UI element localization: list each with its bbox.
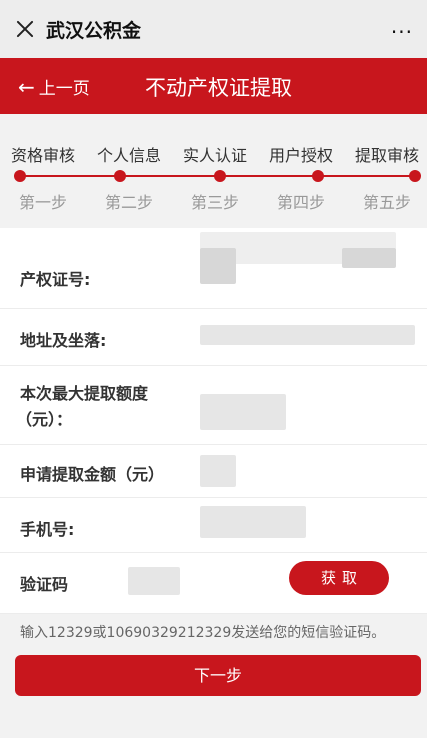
step-dot-1 xyxy=(14,170,26,182)
step-label-4: 用户授权 xyxy=(268,146,333,165)
step-progress: 资格审核 个人信息 实人认证 用户授权 提取审核 第一步 第二步 第三步 第四步… xyxy=(0,114,427,226)
cert-number-value-part xyxy=(342,248,396,268)
address-value xyxy=(200,325,415,345)
step-num-3: 第三步 xyxy=(190,193,239,212)
verify-code-input[interactable] xyxy=(128,567,180,595)
step-dot-5 xyxy=(409,170,421,182)
withdrawal-form: 产权证号: 地址及坐落: 本次最大提取额度 （元）： 申请提取金额（元） 手机号… xyxy=(0,228,427,614)
step-label-1: 资格审核 xyxy=(10,146,75,165)
verify-code-label: 验证码 xyxy=(20,575,69,594)
next-step-button[interactable]: 下一步 xyxy=(15,655,421,696)
max-amount-label: 本次最大提取额度 xyxy=(20,384,149,403)
apply-amount-row[interactable]: 申请提取金额（元） xyxy=(0,445,427,498)
phone-label: 手机号: xyxy=(20,520,75,539)
step-dot-2 xyxy=(114,170,126,182)
step-num-5: 第五步 xyxy=(362,193,411,212)
step-label-3: 实人认证 xyxy=(182,146,247,165)
window-title: 武汉公积金 xyxy=(46,19,142,42)
verify-code-row: 验证码 获取 xyxy=(0,553,427,614)
cert-number-label: 产权证号: xyxy=(20,270,91,289)
apply-amount-label: 申请提取金额（元） xyxy=(20,465,165,484)
close-icon[interactable] xyxy=(14,18,36,40)
max-amount-row: 本次最大提取额度 （元）： xyxy=(0,366,427,445)
step-label-2: 个人信息 xyxy=(96,146,161,165)
page-title: 不动产权证提取 xyxy=(145,76,292,100)
phone-value xyxy=(200,506,306,538)
get-code-button[interactable]: 获取 xyxy=(289,561,389,595)
address-label: 地址及坐落: xyxy=(20,331,107,350)
phone-row: 手机号: xyxy=(0,498,427,553)
more-icon[interactable]: ··· xyxy=(391,20,413,44)
step-dot-3 xyxy=(214,170,226,182)
step-dot-4 xyxy=(312,170,324,182)
wechat-topbar: 武汉公积金 ··· xyxy=(0,0,427,58)
cert-number-value-part xyxy=(200,248,236,284)
page-header: ← 上一页 不动产权证提取 xyxy=(0,58,427,114)
step-num-4: 第四步 xyxy=(276,193,325,212)
max-amount-value xyxy=(200,394,286,430)
step-num-2: 第二步 xyxy=(104,193,153,212)
sms-hint-text: 输入12329或10690329212329发送给您的短信验证码。 xyxy=(20,625,386,641)
max-amount-label-unit: （元）： xyxy=(16,410,73,429)
cert-number-row: 产权证号: xyxy=(0,228,427,309)
step-num-1: 第一步 xyxy=(18,193,67,212)
address-row: 地址及坐落: xyxy=(0,309,427,366)
apply-amount-input[interactable] xyxy=(200,455,236,487)
step-label-5: 提取审核 xyxy=(354,146,419,165)
